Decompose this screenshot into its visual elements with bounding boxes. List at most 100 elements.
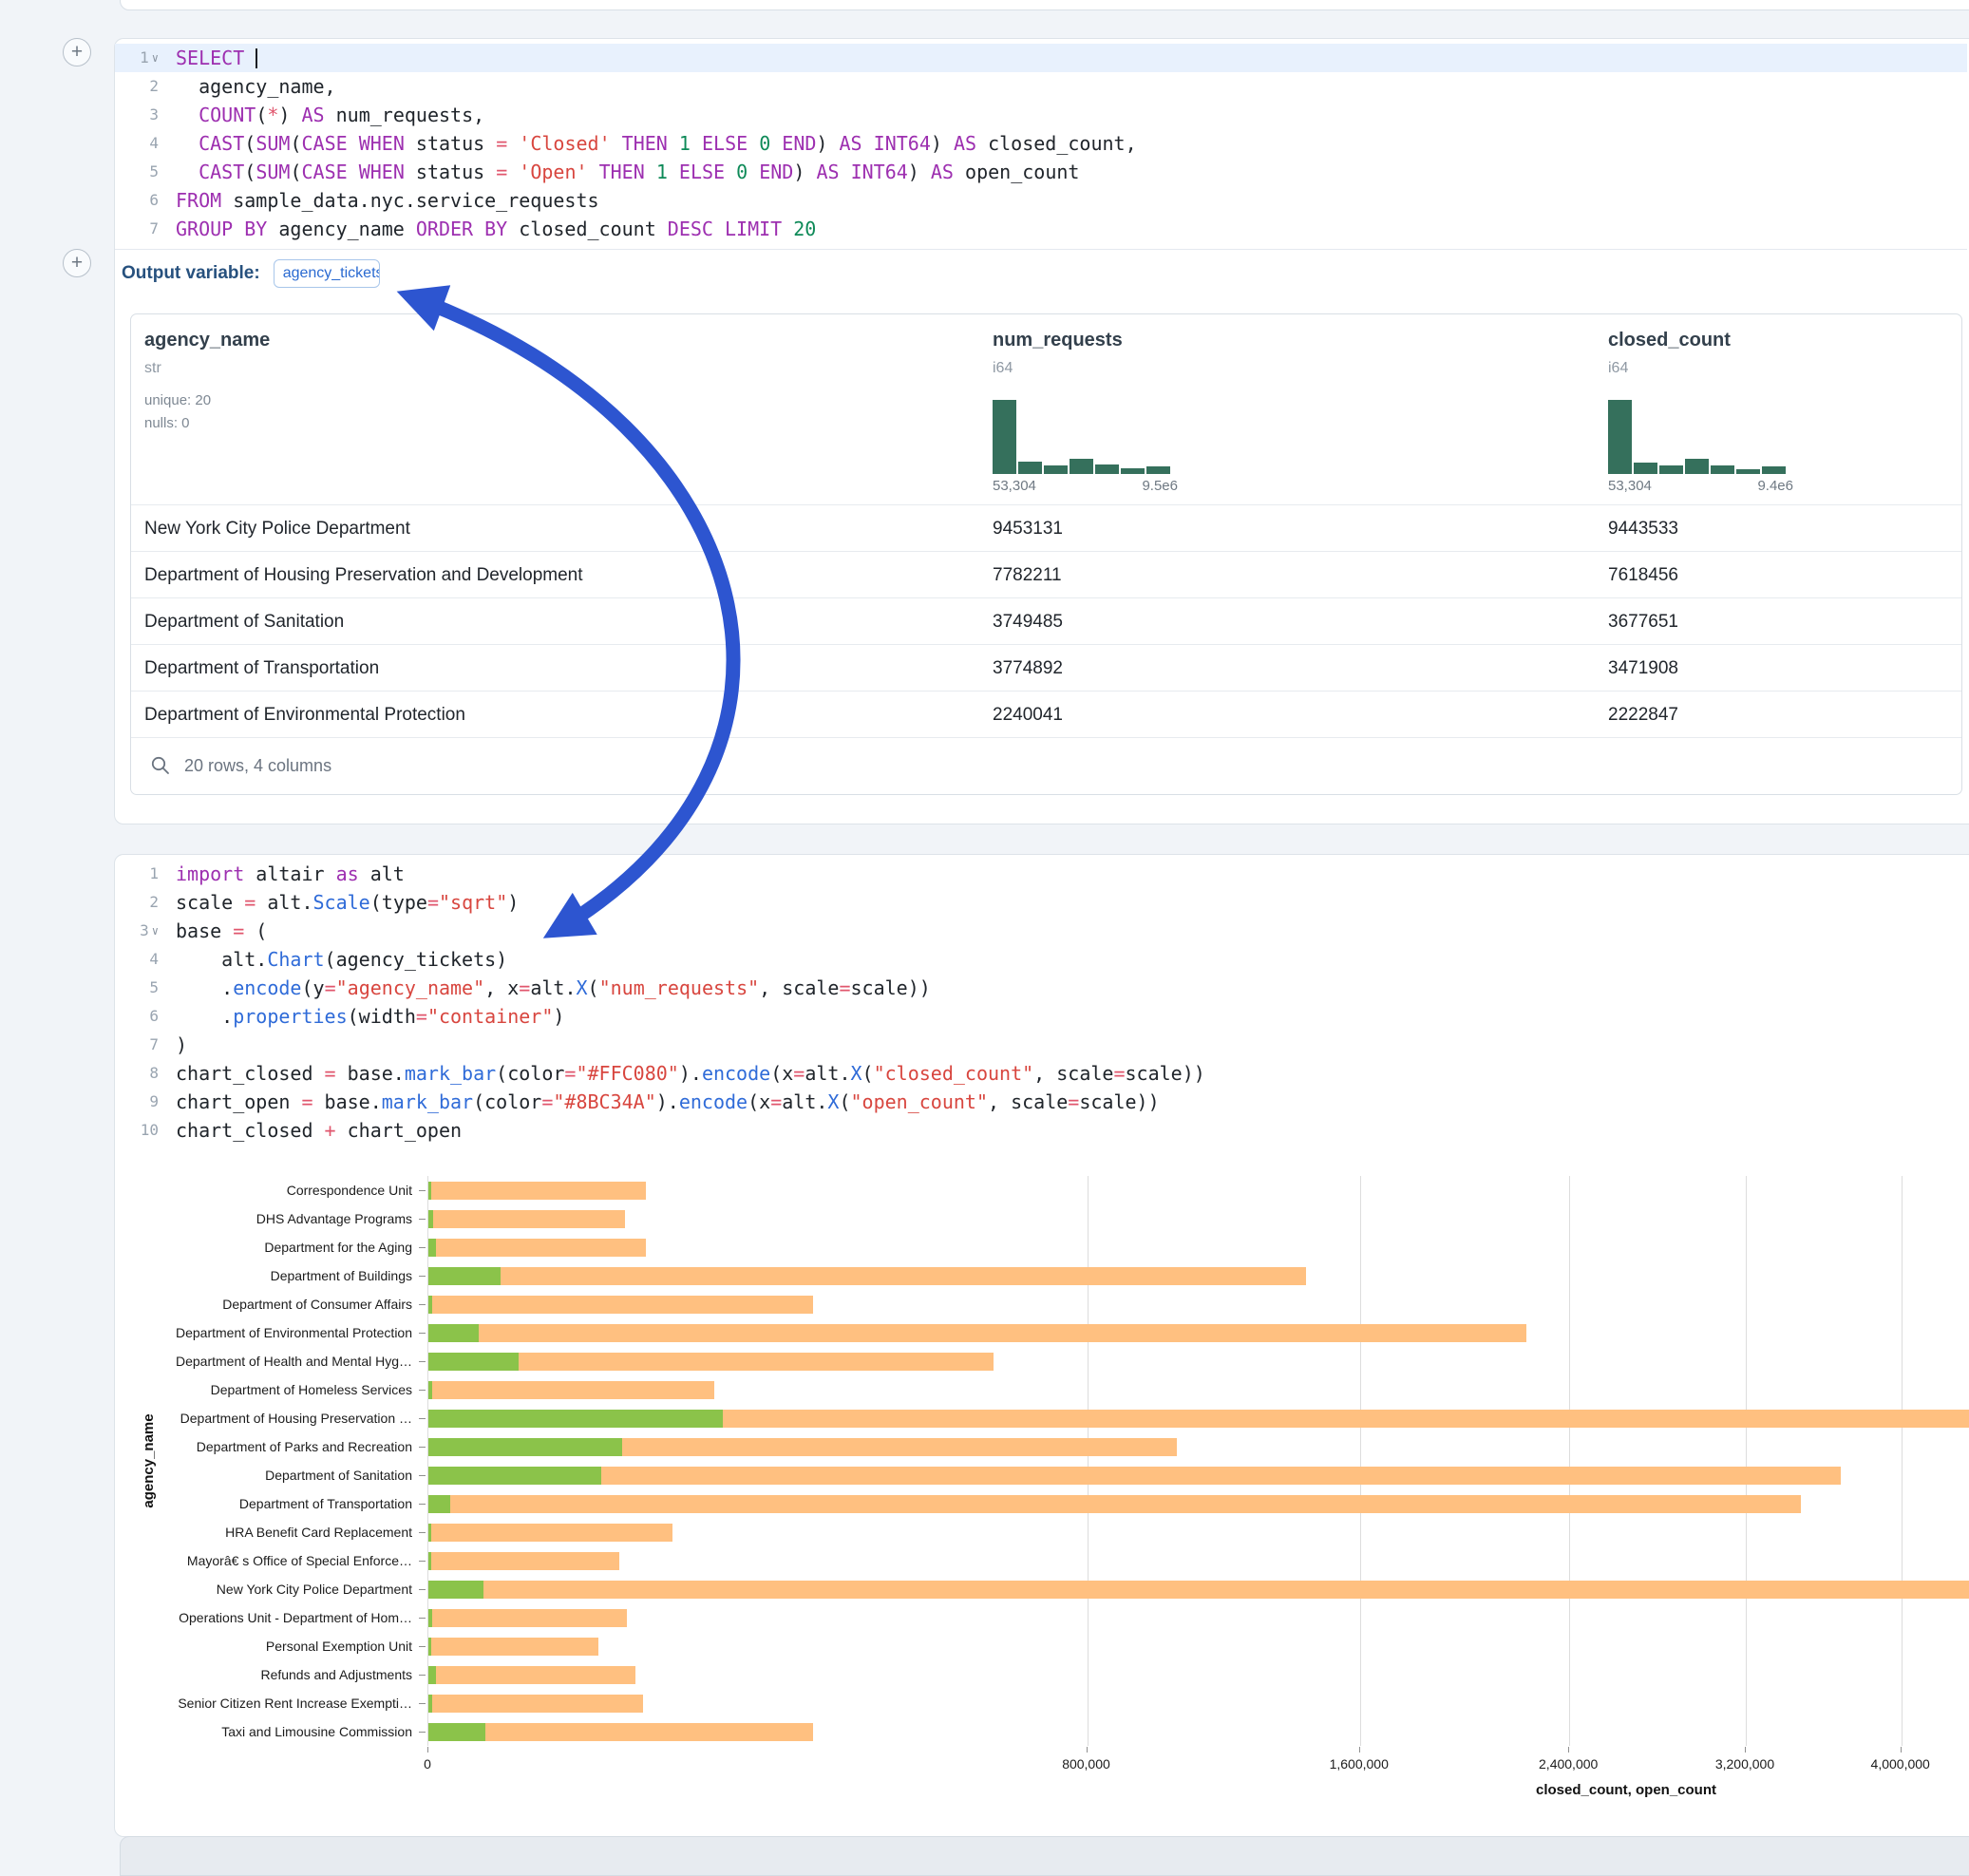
table-cell: 3677651 — [1608, 598, 1678, 645]
code-line[interactable]: 4 CAST(SUM(CASE WHEN status = 'Closed' T… — [115, 129, 1967, 158]
histogram-bar — [1095, 464, 1119, 474]
y-axis-tick — [419, 1703, 426, 1704]
code-line[interactable]: 3 COUNT(*) AS num_requests, — [115, 101, 1967, 129]
chart-plot-area[interactable] — [427, 1176, 1969, 1746]
gridline — [1360, 1176, 1361, 1746]
x-axis-tick-label: 4,000,000 — [1825, 1756, 1969, 1772]
add-cell-button-top[interactable]: + — [63, 38, 91, 66]
histogram-bar — [993, 400, 1016, 474]
column-header[interactable]: num_requests — [993, 330, 1123, 351]
code-line[interactable]: 7) — [115, 1031, 1967, 1059]
y-axis-tick — [419, 1447, 426, 1448]
table-row[interactable]: Department of Housing Preservation and D… — [131, 551, 1961, 598]
y-axis-tick — [419, 1589, 426, 1590]
x-axis-title: closed_count, open_count — [1436, 1782, 1816, 1798]
y-axis-tick — [419, 1504, 426, 1505]
bar-closed-count — [428, 1210, 625, 1228]
bar-open-count — [428, 1467, 601, 1485]
code-line[interactable]: 3∨base = ( — [115, 917, 1967, 945]
bar-open-count — [428, 1723, 485, 1741]
bar-open-count — [428, 1495, 450, 1513]
code-line[interactable]: 10chart_closed + chart_open — [115, 1116, 1967, 1145]
table-cell: Department of Transportation — [144, 645, 379, 692]
output-variable-row: Output variable: agency_tickets — [122, 258, 380, 289]
bar-open-count — [428, 1695, 432, 1713]
column-meta: unique: 20 — [144, 392, 211, 408]
code-line[interactable]: 9chart_open = base.mark_bar(color="#8BC3… — [115, 1088, 1967, 1116]
code-line[interactable]: 6 .properties(width="container") — [115, 1002, 1967, 1031]
histogram-bar — [1685, 459, 1709, 474]
code-line[interactable]: 2scale = alt.Scale(type="sqrt") — [115, 888, 1967, 917]
table-cell: 2222847 — [1608, 692, 1678, 738]
table-cell: Department of Sanitation — [144, 598, 344, 645]
add-cell-button-middle[interactable]: + — [63, 249, 91, 277]
fold-chevron-icon[interactable]: ∨ — [152, 917, 159, 945]
code-line[interactable]: 1∨SELECT — [115, 44, 1967, 72]
table-row-count: 20 rows, 4 columns — [184, 756, 331, 776]
bar-open-count — [428, 1210, 433, 1228]
column-meta: nulls: 0 — [144, 415, 190, 431]
histogram-bar — [1608, 400, 1632, 474]
code-line[interactable]: 7GROUP BY agency_name ORDER BY closed_co… — [115, 215, 1967, 243]
y-axis-tick — [419, 1304, 426, 1305]
y-axis-tick — [419, 1532, 426, 1533]
y-axis-tick — [419, 1418, 426, 1419]
table-row[interactable]: New York City Police Department945313194… — [131, 504, 1961, 552]
table-row[interactable]: Department of Environmental Protection22… — [131, 691, 1961, 738]
code-line[interactable]: 5 .encode(y="agency_name", x=alt.X("num_… — [115, 974, 1967, 1002]
x-axis-tick — [1901, 1747, 1902, 1753]
table-row[interactable]: Department of Sanitation 3749485 3677651 — [131, 597, 1961, 645]
code-text: FROM sample_data.nyc.service_requests — [168, 186, 599, 215]
bar-closed-count — [428, 1723, 813, 1741]
x-axis-tick-label: 2,400,000 — [1492, 1756, 1644, 1772]
gridline — [1088, 1176, 1089, 1746]
code-line[interactable]: 1import altair as alt — [115, 860, 1967, 888]
bar-closed-count — [428, 1467, 1841, 1485]
y-axis-label: Taxi and Limousine Commission — [95, 1722, 412, 1741]
output-variable-chip[interactable]: agency_tickets — [274, 259, 380, 288]
y-axis-tick — [419, 1561, 426, 1562]
line-number: 1∨ — [115, 44, 168, 72]
line-number: 2 — [115, 72, 168, 101]
gridline — [1569, 1176, 1570, 1746]
bar-open-count — [428, 1552, 431, 1570]
histogram-bar — [1121, 468, 1145, 474]
code-line[interactable]: 8chart_closed = base.mark_bar(color="#FF… — [115, 1059, 1967, 1088]
code-line[interactable]: 2 agency_name, — [115, 72, 1967, 101]
code-text: .encode(y="agency_name", x=alt.X("num_re… — [168, 974, 931, 1002]
python-editor[interactable]: 1import altair as alt2scale = alt.Scale(… — [115, 860, 1967, 1145]
bar-closed-count — [428, 1495, 1801, 1513]
bar-closed-count — [428, 1182, 646, 1200]
code-text: SELECT — [168, 44, 257, 72]
column-dtype: i64 — [1608, 360, 1628, 377]
table-cell: 7618456 — [1608, 552, 1678, 598]
histogram-bar — [1762, 466, 1786, 474]
search-icon[interactable] — [150, 755, 171, 776]
histogram-bar — [1711, 465, 1734, 474]
code-line[interactable]: 4 alt.Chart(agency_tickets) — [115, 945, 1967, 974]
histogram-bar — [1736, 469, 1760, 474]
column-dtype: str — [144, 360, 161, 377]
code-line[interactable]: 6FROM sample_data.nyc.service_requests — [115, 186, 1967, 215]
table-cell: 3749485 — [993, 598, 1063, 645]
bar-closed-count — [428, 1324, 1526, 1342]
code-line[interactable]: 5 CAST(SUM(CASE WHEN status = 'Open' THE… — [115, 158, 1967, 186]
bar-closed-count — [428, 1609, 627, 1627]
column-header[interactable]: agency_name — [144, 330, 270, 351]
fold-chevron-icon[interactable]: ∨ — [152, 44, 159, 72]
plus-icon: + — [71, 252, 83, 274]
table-cell: 3774892 — [993, 645, 1063, 692]
table-row[interactable]: Department of Transportation377489234719… — [131, 644, 1961, 692]
code-text: chart_open = base.mark_bar(color="#8BC34… — [168, 1088, 1160, 1116]
x-axis-tick — [1087, 1747, 1088, 1753]
histogram-bar — [1659, 465, 1683, 474]
column-header[interactable]: closed_count — [1608, 330, 1731, 351]
dataframe-table: agency_namestr unique: 20 nulls: 0 num_requ… — [130, 313, 1962, 795]
histogram-range: 53,3049.4e6 — [1608, 478, 1793, 494]
plus-icon: + — [71, 41, 83, 63]
table-body: New York City Police Department945313194… — [131, 504, 1961, 737]
y-axis-label: DHS Advantage Programs — [95, 1209, 412, 1228]
sql-editor[interactable]: 1∨SELECT 2 agency_name,3 COUNT(*) AS num… — [115, 44, 1967, 243]
column-dtype: i64 — [993, 360, 1013, 377]
line-number: 7 — [115, 215, 168, 243]
